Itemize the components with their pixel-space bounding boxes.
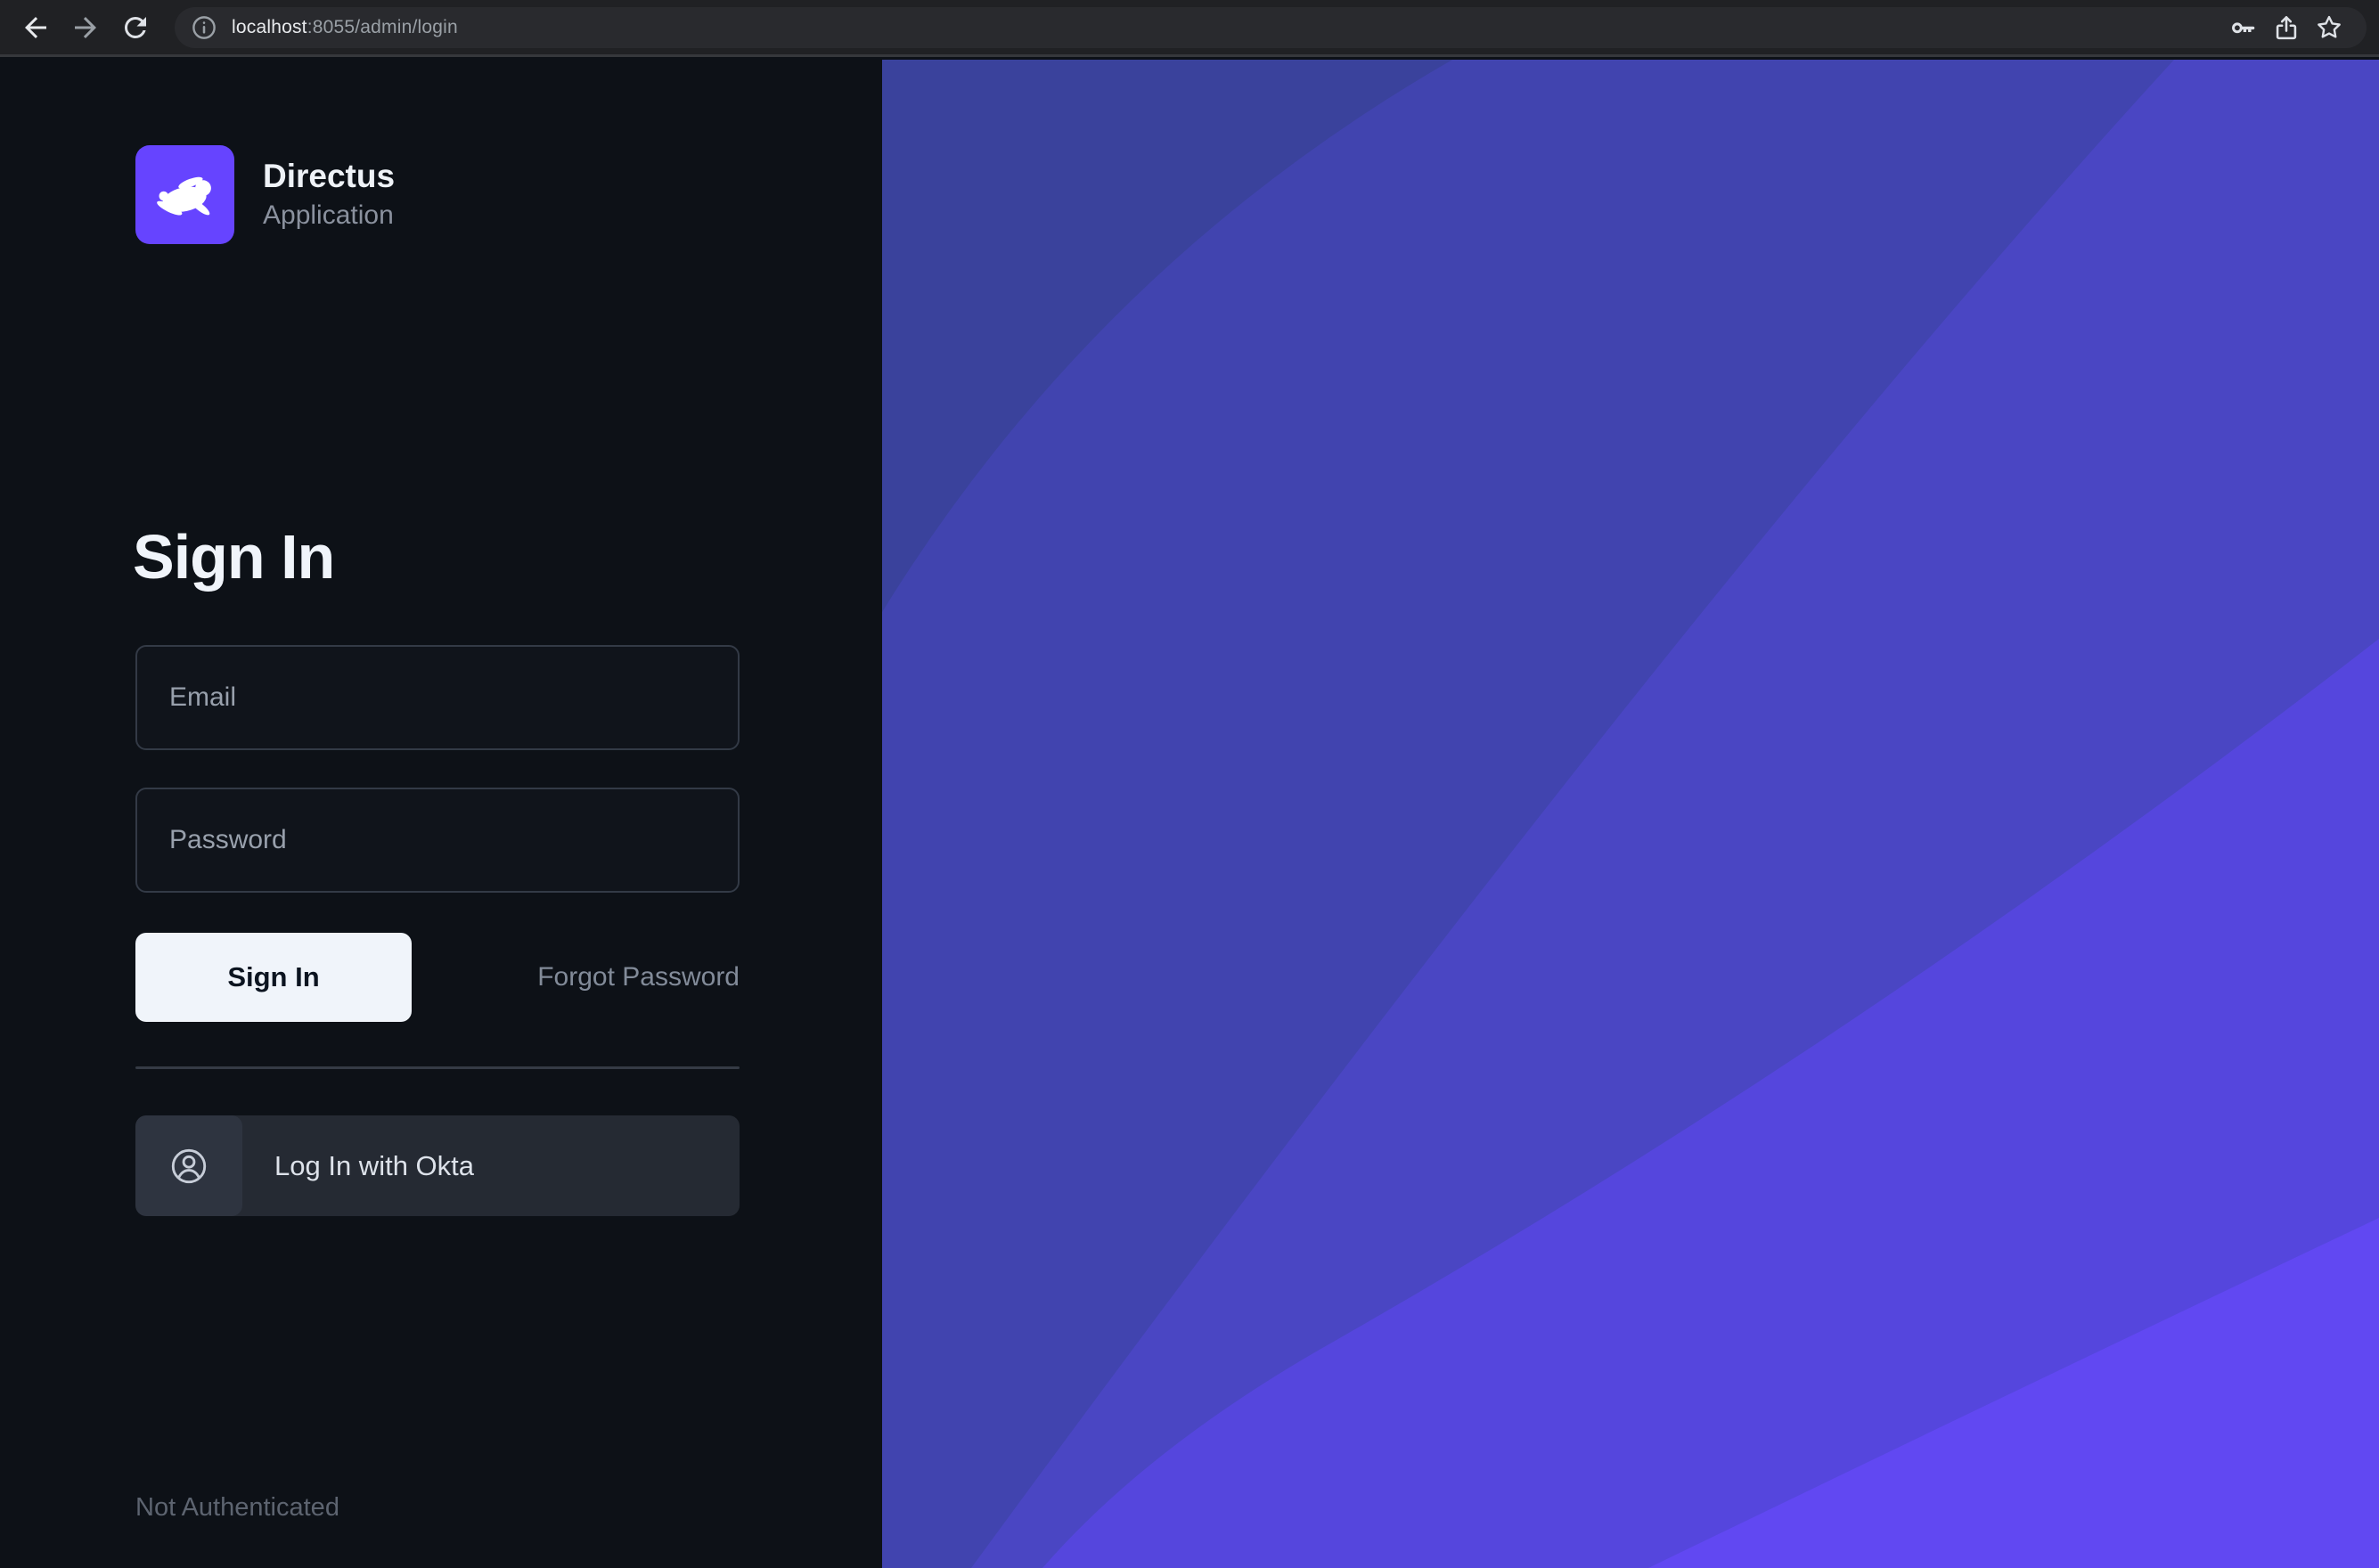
sso-icon-box <box>135 1115 242 1216</box>
okta-login-button[interactable]: Log In with Okta <box>135 1115 740 1216</box>
url-text: localhost:8055/admin/login <box>232 17 458 38</box>
forgot-password-link[interactable]: Forgot Password <box>537 962 740 992</box>
back-button[interactable] <box>11 3 61 53</box>
login-form: Sign In Forgot Password Log In with Okta <box>135 645 740 1216</box>
rabbit-icon <box>148 158 223 233</box>
browser-toolbar: localhost:8055/admin/login <box>0 0 2379 57</box>
background-art <box>882 60 2379 1568</box>
status-text: Not Authenticated <box>135 1493 339 1523</box>
brand: Directus Application <box>135 145 395 244</box>
login-panel: Directus Application Sign In Sign In For… <box>0 60 882 1568</box>
forward-icon <box>69 12 102 44</box>
reload-icon <box>119 12 151 44</box>
directus-logo <box>135 145 234 244</box>
info-icon[interactable] <box>189 12 219 43</box>
reload-button[interactable] <box>110 3 160 53</box>
sign-in-button[interactable]: Sign In <box>135 933 412 1022</box>
brand-text: Directus Application <box>263 157 395 233</box>
share-icon <box>2271 12 2301 43</box>
purple-bands-art <box>882 60 2379 1568</box>
divider <box>135 1066 740 1069</box>
back-icon <box>20 12 52 44</box>
star-icon <box>2314 12 2344 43</box>
person-circle-icon <box>168 1146 209 1187</box>
form-actions: Sign In Forgot Password <box>135 933 740 1022</box>
password-field[interactable] <box>135 788 740 893</box>
share-button[interactable] <box>2265 10 2308 45</box>
forward-button[interactable] <box>61 3 110 53</box>
brand-title: Directus <box>263 157 395 196</box>
okta-login-label: Log In with Okta <box>274 1150 474 1182</box>
password-manager-button[interactable] <box>2222 10 2265 45</box>
key-icon <box>2228 12 2259 43</box>
url-bar[interactable]: localhost:8055/admin/login <box>175 7 2367 48</box>
url-host: localhost <box>232 17 307 37</box>
app-window: Directus Application Sign In Sign In For… <box>0 60 2379 1568</box>
email-field[interactable] <box>135 645 740 750</box>
brand-subtitle: Application <box>263 198 395 233</box>
url-path: :8055/admin/login <box>307 17 458 37</box>
page-title: Sign In <box>133 521 334 592</box>
bookmark-button[interactable] <box>2308 10 2350 45</box>
